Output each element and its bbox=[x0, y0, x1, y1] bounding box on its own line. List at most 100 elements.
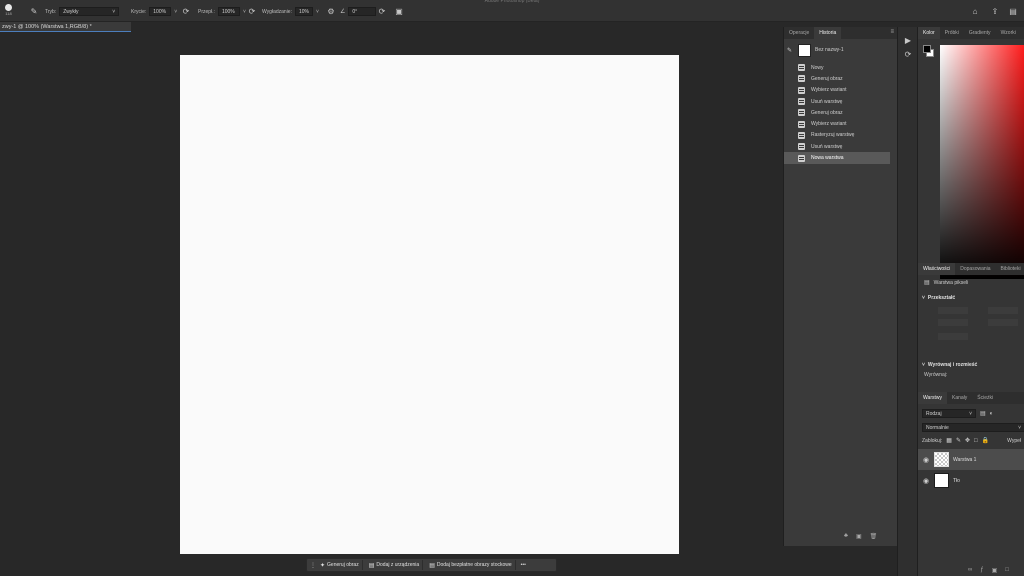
history-item[interactable]: Generuj obraz bbox=[784, 107, 890, 118]
height-field-disabled bbox=[938, 319, 968, 326]
brush-settings-icon[interactable]: ✎ bbox=[29, 6, 39, 17]
add-stock-images-label: Dodaj bezpłatne obrazy stockowe bbox=[436, 562, 512, 568]
history-item[interactable]: Rasteryzuj warstwę bbox=[784, 130, 890, 141]
fx-icon[interactable]: ƒ bbox=[980, 567, 983, 574]
tab-warstwy[interactable]: Warstwy bbox=[918, 392, 947, 404]
more-button[interactable]: ••• bbox=[519, 562, 526, 568]
symmetry-icon[interactable]: ▣ bbox=[394, 6, 404, 17]
tab-biblioteki[interactable]: Biblioteki bbox=[996, 263, 1024, 275]
tab-gradienty[interactable]: Gradienty bbox=[964, 27, 996, 39]
history-item[interactable]: Generuj obraz bbox=[784, 73, 890, 84]
workspace-icon[interactable]: ▤ bbox=[1008, 6, 1018, 17]
panel-menu-icon[interactable]: ≡ bbox=[890, 29, 894, 35]
history-item-label: Usuń warstwę bbox=[811, 98, 843, 105]
gear-icon[interactable]: ⚙ bbox=[326, 6, 336, 17]
mode-dropdown[interactable]: Zwykły ˅ bbox=[59, 7, 120, 16]
history-state-icon bbox=[798, 75, 805, 83]
brush-tip-icon bbox=[5, 4, 12, 11]
color-field[interactable] bbox=[940, 45, 1024, 279]
canvas[interactable] bbox=[180, 55, 679, 554]
history-snapshot[interactable]: ✎ Bez nazwy-1 bbox=[784, 42, 897, 58]
tab-probki[interactable]: Próbki bbox=[940, 27, 964, 39]
lock-row: Zablokuj: ▦ ✎ ✥ □ 🔒 Wypeł bbox=[922, 437, 1021, 445]
brush-preset-picker[interactable]: 118 bbox=[5, 4, 12, 20]
history-state-icon bbox=[798, 120, 805, 128]
add-stock-images-button[interactable]: ▤ Dodaj bezpłatne obrazy stockowe bbox=[426, 560, 516, 570]
tab-historia[interactable]: Historia bbox=[814, 27, 842, 39]
document-tab[interactable]: zwy-1 @ 100% (Warstwa 1,RGB/8) * bbox=[0, 22, 131, 32]
chevron-down-icon: ˅ bbox=[112, 8, 116, 15]
chevron-down-icon[interactable]: ˅ bbox=[174, 9, 177, 15]
history-state-icon bbox=[798, 64, 805, 72]
trash-icon[interactable]: 🗑 bbox=[870, 533, 878, 540]
link-layers-icon[interactable]: ∞ bbox=[968, 567, 972, 574]
lock-position-icon[interactable]: ✥ bbox=[965, 437, 970, 444]
lock-all-icon[interactable]: 🔒 bbox=[982, 437, 989, 444]
options-bar: Adobe Photoshop (Beta) 118 ✎ Tryb: Zwykł… bbox=[0, 0, 1024, 22]
angle-icon: ∠ bbox=[340, 9, 346, 15]
chevron-down-icon: ˅ bbox=[922, 295, 925, 301]
chevron-down-icon: ˅ bbox=[922, 362, 925, 368]
history-item-label: Generuj obraz bbox=[811, 109, 843, 116]
airbrush-icon[interactable]: ⟳ bbox=[247, 6, 257, 17]
angle-field-disabled bbox=[938, 333, 968, 340]
lock-pixels-icon[interactable]: ✎ bbox=[956, 437, 961, 444]
tab-kolor[interactable]: Kolor bbox=[918, 27, 940, 39]
smoothing-input[interactable]: 10% bbox=[294, 7, 313, 16]
layer-row[interactable]: ◉ Tło bbox=[918, 470, 1024, 491]
width-field-disabled bbox=[938, 307, 968, 314]
chevron-down-icon[interactable]: ˅ bbox=[316, 9, 319, 15]
add-from-device-button[interactable]: ▤ Dodaj z urządzenia bbox=[366, 560, 424, 570]
chevron-down-icon[interactable]: ˅ bbox=[243, 9, 246, 15]
tab-wlasciwosci[interactable]: Właściwości bbox=[918, 263, 956, 275]
tab-kanaly[interactable]: Kanały bbox=[947, 392, 972, 404]
filter-adjustment-icon[interactable]: ◐ bbox=[990, 411, 994, 417]
visibility-eye-icon[interactable]: ◉ bbox=[922, 477, 930, 485]
history-state-icon bbox=[798, 143, 805, 151]
tab-wzorki[interactable]: Wzorki bbox=[996, 27, 1021, 39]
history-item-active[interactable]: Nowa warstwa bbox=[784, 152, 890, 164]
history-item[interactable]: Usuń warstwę bbox=[784, 141, 890, 152]
pressure-opacity-icon[interactable]: ⟳ bbox=[181, 6, 191, 17]
right-panel: Kolor Próbki Gradienty Wzorki Właściwośc… bbox=[917, 27, 1024, 576]
blend-mode-dropdown[interactable]: Normalnie ˅ bbox=[922, 423, 1024, 432]
new-layer-icon[interactable]: □ bbox=[1005, 567, 1009, 574]
transform-fields-disabled bbox=[926, 307, 1021, 343]
history-item[interactable]: Usuń warstwę bbox=[784, 96, 890, 107]
generate-image-button[interactable]: ✦ Generuj obraz bbox=[317, 560, 363, 570]
operations-panel-icon[interactable]: ▶ bbox=[903, 35, 913, 45]
tab-dopasowania[interactable]: Dopasowania bbox=[955, 263, 995, 275]
new-document-from-state-icon[interactable]: ♣ bbox=[844, 533, 848, 540]
tab-sciezki[interactable]: Ścieżki bbox=[972, 392, 998, 404]
lock-transparent-icon[interactable]: ▦ bbox=[946, 437, 952, 444]
history-item-label: Wybierz wariant bbox=[811, 121, 847, 128]
layer-filter-dropdown[interactable]: Rodzaj ˅ bbox=[922, 409, 976, 418]
filter-pixel-icon[interactable]: ▤ bbox=[980, 410, 986, 417]
history-panel-icon[interactable]: ⟳ bbox=[903, 49, 913, 59]
angle-input[interactable]: 0° bbox=[348, 7, 377, 16]
drag-handle-icon[interactable]: ⋮ bbox=[310, 562, 316, 569]
align-section-header[interactable]: ˅ Wyrównaj i rozmieść bbox=[918, 362, 977, 368]
history-item[interactable]: Wybierz wariant bbox=[784, 85, 890, 96]
home-icon[interactable]: ⌂ bbox=[970, 6, 980, 17]
mode-label: Tryb: bbox=[45, 8, 57, 15]
history-item[interactable]: Wybierz wariant bbox=[784, 118, 890, 129]
lock-artboard-icon[interactable]: □ bbox=[974, 438, 978, 444]
camera-icon[interactable]: ▣ bbox=[856, 533, 862, 540]
history-state-icon bbox=[798, 131, 805, 139]
share-icon[interactable]: ⇪ bbox=[990, 6, 1000, 17]
opacity-input[interactable]: 100% bbox=[149, 7, 172, 16]
tab-operacje[interactable]: Operacje bbox=[784, 27, 814, 39]
document-tab-title: zwy-1 @ 100% (Warstwa 1,RGB/8) * bbox=[2, 24, 92, 30]
layer-row[interactable]: ◉ Warstwa 1 bbox=[918, 449, 1024, 470]
history-item[interactable]: Nowy bbox=[784, 62, 890, 73]
pressure-size-icon[interactable]: ⟳ bbox=[377, 6, 387, 17]
snapshot-thumbnail bbox=[798, 43, 811, 57]
foreground-color-swatch[interactable] bbox=[923, 45, 931, 53]
history-item-label: Rasteryzuj warstwę bbox=[811, 132, 855, 139]
mask-icon[interactable]: ▣ bbox=[992, 567, 998, 574]
flow-label: Przepł.: bbox=[198, 8, 215, 15]
transform-section-header[interactable]: ˅ Przekształć bbox=[918, 295, 955, 301]
flow-input[interactable]: 100% bbox=[217, 7, 240, 16]
visibility-eye-icon[interactable]: ◉ bbox=[922, 456, 930, 464]
